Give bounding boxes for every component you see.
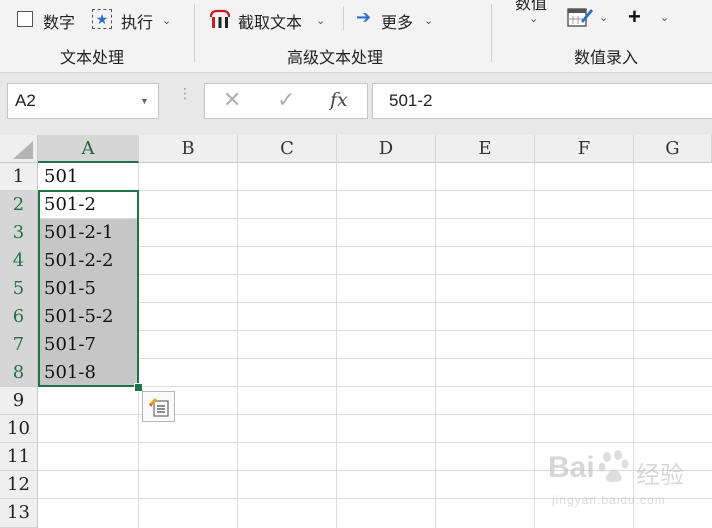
plus-icon: + (628, 4, 641, 29)
chevron-down-icon: ⌄ (660, 12, 670, 24)
column-header-d[interactable]: D (337, 135, 436, 163)
execute-label: 执行 (121, 15, 154, 32)
watermark-url: jingyan.baidu.com (552, 493, 666, 507)
name-box[interactable]: A2 ▼ (7, 83, 159, 119)
formula-value: 501-2 (389, 91, 433, 110)
paste-options-icon (149, 398, 169, 417)
row-header-11[interactable]: 11 (0, 443, 38, 471)
star-icon: ★ (92, 9, 112, 29)
column-header-f[interactable]: F (535, 135, 634, 163)
row-header-8[interactable]: 8 (0, 359, 38, 387)
row-header-13[interactable]: 13 (0, 499, 38, 528)
column-header-a[interactable]: A (38, 135, 139, 163)
calendar-edit-button[interactable]: ⌄ (566, 4, 614, 30)
row-header-4[interactable]: 4 (0, 247, 38, 275)
watermark-brand: Bai (548, 451, 595, 484)
extract-text-icon (209, 9, 231, 28)
cell-a7[interactable]: 501-7 (39, 331, 138, 359)
chevron-down-icon: ⌄ (162, 15, 172, 27)
row-header-3[interactable]: 3 (0, 219, 38, 247)
number-group-label: 数值录入 (574, 50, 639, 67)
row-header-12[interactable]: 12 (0, 471, 38, 499)
extract-text-label: 截取文本 (238, 15, 303, 32)
cancel-icon[interactable]: ✕ (223, 87, 241, 113)
more-label: 更多 (381, 15, 414, 32)
chevron-down-icon: ⌄ (316, 15, 326, 27)
chevron-down-icon: ⌄ (529, 13, 539, 25)
ribbon-divider (194, 4, 195, 62)
row-header-2[interactable]: 2 (0, 191, 38, 219)
select-all-icon (13, 141, 33, 159)
column-header-b[interactable]: B (139, 135, 238, 163)
row-header-10[interactable]: 10 (0, 415, 38, 443)
row-header-9[interactable]: 9 (0, 387, 38, 415)
row-header-5[interactable]: 5 (0, 275, 38, 303)
insert-button[interactable]: + ⌄ (628, 4, 672, 30)
cell-a5[interactable]: 501-5 (39, 275, 138, 303)
drag-handle-icon[interactable]: ⋮ (178, 86, 192, 100)
execute-button[interactable]: ★ 执行 ⌄ (92, 8, 174, 32)
baidu-jingyan-watermark: Bai 经验 jingyan.baidu.com (548, 447, 708, 517)
value-button[interactable]: 数值 ⌄ (513, 0, 557, 30)
ribbon: 数字 ★ 执行 ⌄ 文本处理 截取文本 ⌄ ➔ 更多 ⌄ 高级文本处理 数值 ⌄ (0, 0, 712, 73)
row-header-7[interactable]: 7 (0, 331, 38, 359)
name-box-value: A2 (15, 91, 36, 110)
column-header-g[interactable]: G (634, 135, 712, 163)
function-icon[interactable]: fx (330, 89, 348, 111)
row-header-1[interactable]: 1 (0, 163, 38, 191)
row-header-6[interactable]: 6 (0, 303, 38, 331)
chevron-down-icon: ⌄ (599, 12, 609, 24)
ribbon-divider (491, 4, 492, 62)
column-header-e[interactable]: E (436, 135, 535, 163)
formula-input[interactable]: 501-2 (372, 83, 712, 119)
select-all-corner[interactable] (0, 135, 38, 163)
arrow-right-icon: ➔ (356, 7, 372, 27)
column-header-c[interactable]: C (238, 135, 337, 163)
confirm-icon[interactable]: ✓ (277, 87, 295, 113)
advanced-group-label: 高级文本处理 (287, 50, 384, 67)
cell-a6[interactable]: 501-5-2 (39, 303, 138, 331)
cell-a2[interactable]: 501-2 (39, 191, 138, 219)
cell-a3[interactable]: 501-2-1 (39, 219, 138, 247)
paw-icon (598, 450, 629, 482)
text-group-label: 文本处理 (60, 50, 125, 67)
ribbon-divider (343, 6, 344, 30)
more-button[interactable]: ➔ 更多 ⌄ (356, 6, 436, 32)
paste-options-button[interactable] (142, 391, 175, 422)
digits-label: 数字 (43, 15, 76, 32)
spreadsheet-grid: A B C D E F G 1 2 3 4 5 6 7 8 9 10 11 12… (0, 135, 712, 528)
watermark-suffix: 经验 (636, 462, 684, 489)
chevron-down-icon[interactable]: ▼ (140, 96, 149, 106)
cell-a1[interactable]: 501 (39, 163, 138, 191)
checkbox-icon (17, 11, 33, 27)
chevron-down-icon: ⌄ (424, 15, 434, 27)
extract-text-button[interactable]: 截取文本 ⌄ (208, 6, 328, 32)
cell-a8[interactable]: 501-8 (39, 359, 138, 387)
formula-actions: ✕ ✓ fx (204, 83, 368, 119)
formula-bar: A2 ▼ ⋮ ✕ ✓ fx 501-2 (0, 73, 712, 135)
calendar-edit-icon (567, 8, 593, 27)
digits-checkbox[interactable]: 数字 (16, 9, 86, 32)
cell-a4[interactable]: 501-2-2 (39, 247, 138, 275)
